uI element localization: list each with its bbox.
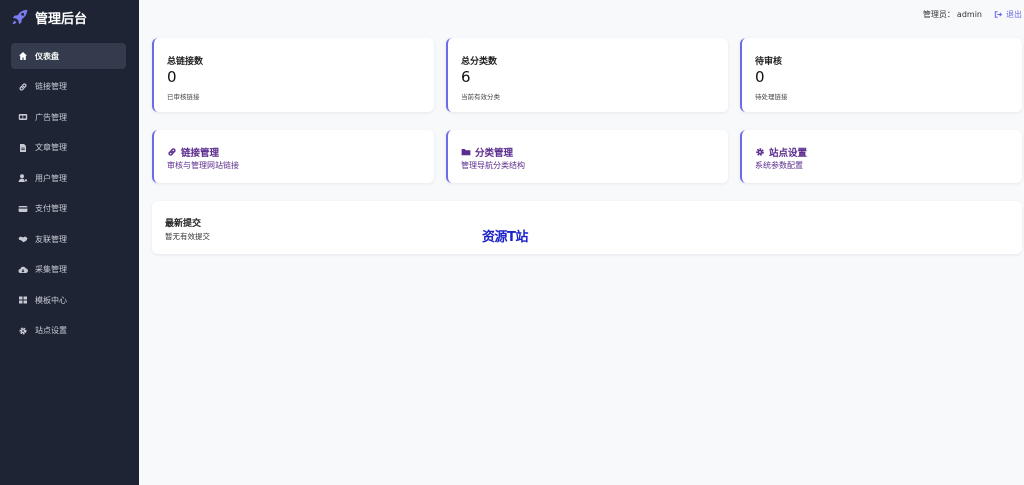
recent-submissions-empty: 暂无有效提交 [165, 232, 210, 241]
stat-title: 待审核 [755, 57, 783, 67]
admin-label: 管理员： [922, 10, 955, 19]
gear-icon [18, 326, 28, 336]
sidebar-item-label: 支付管理 [35, 204, 67, 213]
ad-icon [18, 112, 28, 122]
stat-card-total-categories: 总分类数 6 当前有效分类 [446, 38, 728, 112]
sidebar-item-collect[interactable]: 采集管理 [11, 257, 126, 283]
gear-icon [755, 147, 765, 157]
sidebar: 管理后台 仪表盘 链接管理 广告管理 文章管理 用户管理 支付管理 友联管理 采… [0, 0, 139, 485]
sidebar-item-label: 仪表盘 [35, 51, 59, 61]
stat-value: 0 [167, 68, 177, 86]
sidebar-item-friendlinks[interactable]: 友联管理 [11, 226, 126, 252]
quick-card-site-settings[interactable]: 站点设置 系统参数配置 [740, 130, 1022, 183]
watermark: 资源T站 [482, 230, 528, 245]
sign-out-icon [994, 10, 1003, 19]
sidebar-item-label: 友联管理 [35, 234, 67, 244]
sidebar-item-label: 广告管理 [35, 112, 67, 122]
link-icon [18, 82, 28, 92]
logout-link[interactable]: 退出 [994, 9, 1022, 20]
sidebar-item-label: 采集管理 [35, 265, 67, 274]
stat-subtitle: 当前有效分类 [461, 93, 500, 101]
user-cog-icon [18, 173, 28, 183]
quick-card-title: 站点设置 [755, 145, 807, 159]
topbar: 管理员： admin 退出 [923, 9, 1022, 20]
stat-value: 6 [461, 68, 471, 86]
recent-submissions-card: 最新提交 暂无有效提交 资源T站 [152, 201, 1022, 254]
quick-card-label: 分类管理 [475, 148, 514, 159]
folder-icon [461, 147, 471, 157]
sidebar-item-payments[interactable]: 支付管理 [11, 196, 126, 222]
sidebar-item-label: 模板中心 [35, 295, 67, 305]
home-icon [18, 51, 28, 61]
quick-card-category-management[interactable]: 分类管理 管理导航分类结构 [446, 130, 728, 183]
link-icon [167, 147, 177, 157]
stat-card-pending: 待审核 0 待处理链接 [740, 38, 1022, 112]
sidebar-item-ads[interactable]: 广告管理 [11, 104, 126, 130]
quick-card-title: 分类管理 [461, 145, 513, 159]
cloud-download-icon [18, 265, 28, 275]
quick-card-label: 站点设置 [769, 148, 808, 159]
logout-label: 退出 [1006, 10, 1022, 19]
stat-value: 0 [755, 68, 765, 86]
stat-subtitle: 已审核链接 [167, 93, 200, 101]
handshake-icon [18, 234, 28, 244]
quick-card-description: 系统参数配置 [755, 161, 803, 170]
sidebar-item-label: 文章管理 [35, 143, 67, 152]
stat-subtitle: 待处理链接 [755, 93, 788, 101]
sidebar-item-label: 站点设置 [35, 326, 67, 335]
quick-card-description: 审核与管理网站链接 [167, 161, 239, 170]
sidebar-nav: 仪表盘 链接管理 广告管理 文章管理 用户管理 支付管理 友联管理 采集管理 模… [11, 43, 126, 348]
stat-title: 总分类数 [461, 57, 498, 67]
sidebar-item-label: 链接管理 [35, 82, 67, 91]
quick-card-label: 链接管理 [181, 148, 220, 159]
sidebar-item-dashboard[interactable]: 仪表盘 [11, 43, 126, 69]
grid-icon [18, 295, 28, 305]
recent-submissions-title: 最新提交 [165, 219, 202, 229]
rocket-icon [11, 8, 29, 26]
admin-name: admin [956, 10, 982, 19]
sidebar-item-users[interactable]: 用户管理 [11, 165, 126, 191]
brand[interactable]: 管理后台 [11, 7, 87, 27]
sidebar-item-settings[interactable]: 站点设置 [11, 318, 126, 344]
stat-card-total-links: 总链接数 0 已审核链接 [152, 38, 434, 112]
sidebar-item-articles[interactable]: 文章管理 [11, 135, 126, 161]
quick-card-description: 管理导航分类结构 [461, 161, 525, 170]
stat-title: 总链接数 [167, 57, 204, 67]
sidebar-item-label: 用户管理 [35, 173, 67, 183]
sidebar-item-links[interactable]: 链接管理 [11, 74, 126, 100]
file-icon [18, 143, 28, 153]
credit-card-icon [18, 204, 28, 214]
quick-card-link-management[interactable]: 链接管理 审核与管理网站链接 [152, 130, 434, 183]
brand-title: 管理后台 [35, 11, 88, 27]
sidebar-item-templates[interactable]: 模板中心 [11, 287, 126, 313]
quick-card-title: 链接管理 [167, 145, 219, 159]
